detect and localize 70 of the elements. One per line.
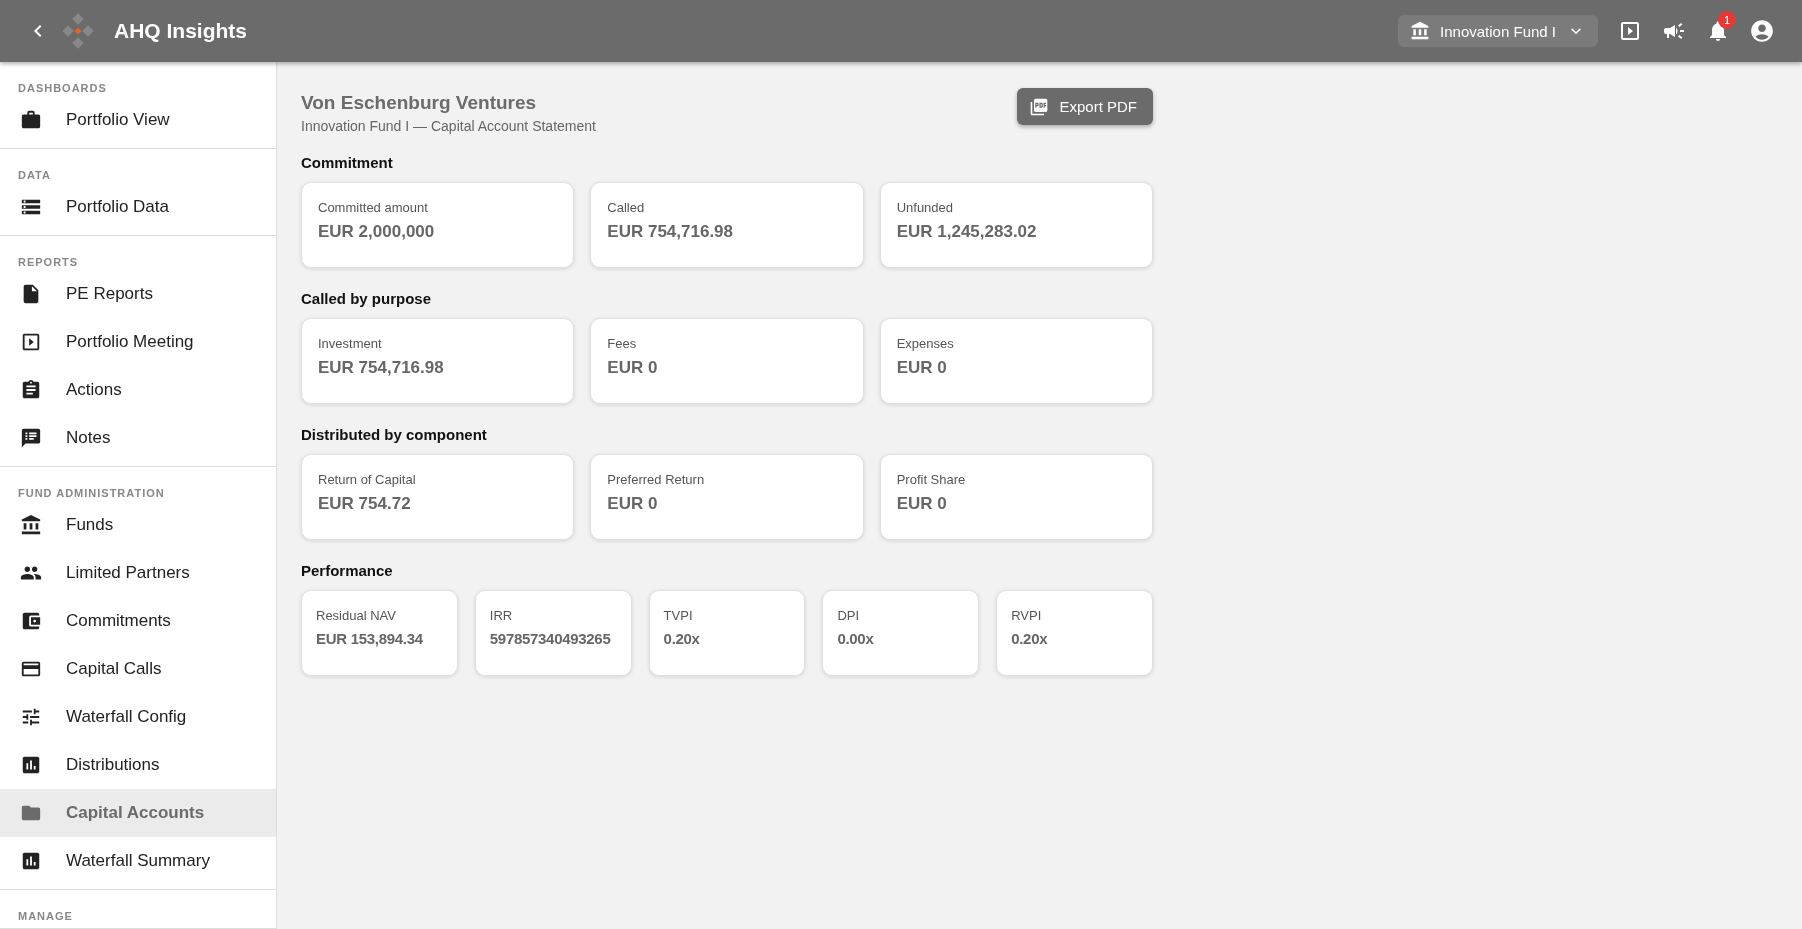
- briefcase-icon: [20, 109, 42, 131]
- wallet-icon: [20, 610, 42, 632]
- metric-value: EUR 0: [607, 358, 658, 378]
- account-icon: [1749, 18, 1775, 44]
- metric-value: EUR 2,000,000: [318, 222, 435, 242]
- metric-label: RVPI: [1011, 608, 1043, 623]
- clipboard-icon: [20, 379, 42, 401]
- notifications-button[interactable]: 1: [1696, 9, 1740, 53]
- app-title: AHQ Insights: [114, 19, 247, 43]
- metric-label: Profit Share: [896, 472, 967, 487]
- section-title: Performance: [301, 562, 394, 579]
- bar-chart-icon: [20, 850, 42, 872]
- metric-label: TVPI: [663, 608, 694, 623]
- nav-item[interactable]: PE Reports: [0, 270, 276, 318]
- metric-value: 0.20x: [1011, 630, 1048, 647]
- fund-selector[interactable]: Innovation Fund I: [1398, 15, 1598, 47]
- nav-item[interactable]: Capital Calls: [0, 645, 276, 693]
- nav-item[interactable]: Funds: [0, 501, 276, 549]
- metric-value: EUR 754,716.98: [607, 222, 734, 242]
- nav-item[interactable]: Waterfall Summary: [0, 837, 276, 885]
- metric-label: Unfunded: [896, 200, 955, 215]
- metric-label: Committed amount: [318, 200, 429, 215]
- section-label: DATA: [17, 169, 52, 183]
- page-title: Von Eschenburg Ventures: [301, 92, 538, 114]
- section-label: FUND ADMINISTRATION: [17, 487, 166, 501]
- nav-item[interactable]: Actions: [0, 366, 276, 414]
- section-title: Distributed by component: [301, 426, 488, 443]
- notification-badge: 1: [1718, 11, 1736, 29]
- metric-value: 0.00x: [837, 630, 874, 647]
- bank-icon: [1410, 21, 1431, 41]
- nav-item[interactable]: Portfolio Meeting: [0, 318, 276, 366]
- metric-value: EUR 754,716.98: [318, 358, 444, 378]
- nav-item[interactable]: Waterfall Config: [0, 693, 276, 741]
- section-label: DASHBOARDS: [17, 82, 108, 96]
- notes-icon: [20, 427, 42, 449]
- metric-label: Called: [607, 200, 646, 215]
- metric-label: Expenses: [896, 336, 955, 351]
- export-pdf-button[interactable]: Export PDF: [1017, 88, 1153, 125]
- nav-item[interactable]: Notes: [0, 414, 276, 462]
- metric-value: EUR 754.72: [318, 494, 411, 514]
- nav-item[interactable]: Portfolio View: [0, 96, 276, 144]
- nav-item[interactable]: Capital Accounts: [0, 789, 276, 837]
- section-title: Called by purpose: [301, 290, 433, 307]
- section-label: MANAGE: [17, 910, 74, 924]
- section-label: REPORTS: [17, 256, 80, 270]
- metric-label: Fees: [607, 336, 638, 351]
- nav-item[interactable]: Distributions: [0, 741, 276, 789]
- metric-value: 0.20x: [663, 630, 700, 647]
- metric-label: DPI: [837, 608, 861, 623]
- logo-icon: [60, 13, 96, 49]
- metric-label: Preferred Return: [607, 472, 706, 487]
- nav-item[interactable]: Portfolio Data: [0, 183, 276, 231]
- sliders-icon: [20, 706, 42, 728]
- metric-value: EUR 0: [607, 494, 658, 514]
- bank-icon: [20, 514, 42, 536]
- metric-label: Residual NAV: [316, 608, 397, 623]
- pdf-icon: [1029, 96, 1050, 117]
- nav-item[interactable]: Commitments: [0, 597, 276, 645]
- page-subtitle: Innovation Fund I — Capital Account Statement: [301, 118, 596, 134]
- metric-value: EUR 153,894.34: [316, 630, 423, 647]
- metric-label: Return of Capital: [318, 472, 417, 487]
- metric-value: 597857340493265: [489, 630, 611, 647]
- metric-label: Investment: [318, 336, 383, 351]
- section-title: Commitment: [301, 154, 394, 171]
- nav-item[interactable]: Limited Partners: [0, 549, 276, 597]
- metric-label: IRR: [489, 608, 514, 623]
- metric-value: EUR 0: [896, 358, 947, 378]
- metric-value: EUR 0: [896, 494, 947, 514]
- metric-value: EUR 1,245,283.02: [896, 222, 1037, 242]
- bar-chart-icon: [20, 754, 42, 776]
